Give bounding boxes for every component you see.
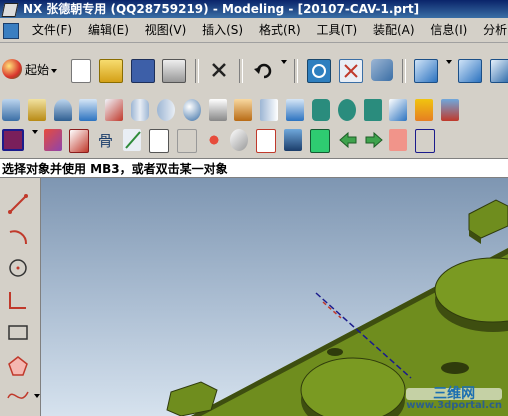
feature-toolbar <box>0 94 508 124</box>
menu-file[interactable]: 文件(F) <box>26 18 78 42</box>
lower-boss-top[interactable] <box>300 357 406 416</box>
title-bar: NX 张德朝专用 (QQ28759219) - Modeling - [20107… <box>0 0 508 18</box>
start-button[interactable]: 起始 <box>2 59 61 81</box>
open-file-icon[interactable] <box>98 59 123 83</box>
shaded-edges-icon[interactable] <box>489 59 508 83</box>
edit-sketch-icon[interactable] <box>69 129 90 153</box>
line-tool-icon[interactable] <box>6 192 30 216</box>
new-file-icon[interactable] <box>70 59 91 83</box>
axis-marker <box>322 301 342 319</box>
clip-plane-icon[interactable] <box>415 129 436 153</box>
menu-edit[interactable]: 编辑(E) <box>82 18 135 42</box>
toolbar-separator <box>238 59 243 83</box>
hole-icon[interactable] <box>53 99 72 121</box>
menu-bar: 文件(F) 编辑(E) 视图(V) 插入(S) 格式(R) 工具(T) 装配(A… <box>0 18 508 43</box>
circle-tool-icon[interactable] <box>6 256 30 280</box>
rectangle-tool-icon[interactable] <box>6 320 30 344</box>
corner-boss[interactable] <box>468 199 508 239</box>
spline-tool-icon[interactable] <box>6 384 30 408</box>
block-icon[interactable] <box>105 99 124 121</box>
standard-toolbar: 起始 <box>0 54 508 94</box>
menu-tools[interactable]: 工具(T) <box>310 18 363 42</box>
spline-dropdown-icon[interactable] <box>34 394 40 398</box>
chamfer-icon[interactable] <box>441 99 460 121</box>
undo-icon[interactable] <box>252 59 274 81</box>
toolbar-separator <box>195 59 200 83</box>
arrow-left-icon[interactable] <box>338 129 357 151</box>
cut-icon[interactable] <box>208 59 230 81</box>
unite-icon[interactable] <box>311 99 330 121</box>
menu-information[interactable]: 信息(I) <box>424 18 473 42</box>
view-orientation-dropdown-icon[interactable] <box>446 59 453 64</box>
watermark: 三维网 www.3dportal.cn <box>406 387 502 412</box>
revolve-icon[interactable] <box>27 99 46 121</box>
window-menu-icon[interactable] <box>3 23 19 39</box>
groove-icon[interactable] <box>260 99 279 121</box>
line-icon[interactable] <box>123 129 142 151</box>
trim-body-icon[interactable] <box>389 99 408 121</box>
snap-point-icon[interactable] <box>204 129 223 151</box>
print-icon[interactable] <box>162 59 187 83</box>
pad-icon[interactable] <box>234 99 253 121</box>
arc-tool-icon[interactable] <box>6 224 30 248</box>
save-icon[interactable] <box>130 59 155 83</box>
cone-icon[interactable] <box>156 99 175 121</box>
color-edit-icon[interactable] <box>2 129 24 151</box>
subtract-icon[interactable] <box>337 99 356 121</box>
layer-settings-icon[interactable] <box>309 129 330 153</box>
arrow-right-icon[interactable] <box>364 129 383 151</box>
mirror-icon[interactable] <box>284 129 303 151</box>
small-hole[interactable] <box>327 348 343 356</box>
menu-insert[interactable]: 插入(S) <box>196 18 249 42</box>
shaded-view-icon[interactable] <box>458 59 483 83</box>
move-object-icon[interactable] <box>256 129 277 153</box>
edge-blend-icon[interactable] <box>415 99 434 121</box>
app-name: NX <box>23 2 43 16</box>
menu-analysis[interactable]: 分析(L) <box>477 18 508 42</box>
zoom-icon[interactable] <box>370 59 393 81</box>
curve-toolbar <box>0 178 41 416</box>
body-select-icon[interactable] <box>230 129 249 151</box>
empty-slot <box>176 129 197 153</box>
pocket-icon[interactable] <box>208 99 227 121</box>
menu-view[interactable]: 视图(V) <box>139 18 193 42</box>
window-title: 张德朝专用 (QQ28759219) - Modeling - [20107-C… <box>46 2 420 16</box>
fillet-tool-icon[interactable] <box>6 288 30 312</box>
undo-dropdown-icon[interactable] <box>281 59 288 64</box>
toolbar-separator <box>401 59 406 83</box>
toolbar-separator <box>294 59 299 83</box>
boss-icon[interactable] <box>79 99 98 121</box>
model-view[interactable] <box>41 178 508 416</box>
menu-assembly[interactable]: 装配(A) <box>367 18 421 42</box>
skeleton-icon[interactable]: 骨 <box>97 129 115 151</box>
start-label: 起始 <box>25 63 50 77</box>
nx-logo-icon <box>1 3 19 17</box>
cylinder-icon[interactable] <box>131 99 150 121</box>
watermark-logo: 三维网 <box>406 387 502 401</box>
start-dropdown-icon <box>51 68 58 73</box>
edit-feature-toolbar: 骨 <box>0 124 508 158</box>
color-dropdown-icon[interactable] <box>31 129 38 134</box>
watermark-url: www.3dportal.cn <box>406 400 502 411</box>
fit-view-icon[interactable] <box>338 59 363 83</box>
section-view-icon[interactable] <box>389 129 408 151</box>
polygon-tool-icon[interactable] <box>6 354 30 378</box>
sketch-icon[interactable] <box>43 129 62 151</box>
thread-icon[interactable] <box>286 99 305 121</box>
view-orientation-icon[interactable] <box>414 59 439 83</box>
extrude-icon[interactable] <box>2 99 20 121</box>
intersect-icon[interactable] <box>363 99 382 121</box>
cue-line: 选择对象并使用 MB3，或者双击某一对象 <box>0 158 508 178</box>
sphere-icon[interactable] <box>182 99 201 121</box>
small-pocket[interactable] <box>441 362 469 374</box>
refresh-icon[interactable] <box>307 59 332 83</box>
graphics-window[interactable]: 三维网 www.3dportal.cn <box>41 178 508 416</box>
datum-plane-icon[interactable] <box>148 129 169 153</box>
menu-format[interactable]: 格式(R) <box>253 18 307 42</box>
start-icon <box>2 59 22 79</box>
svg-text:骨: 骨 <box>98 132 113 150</box>
